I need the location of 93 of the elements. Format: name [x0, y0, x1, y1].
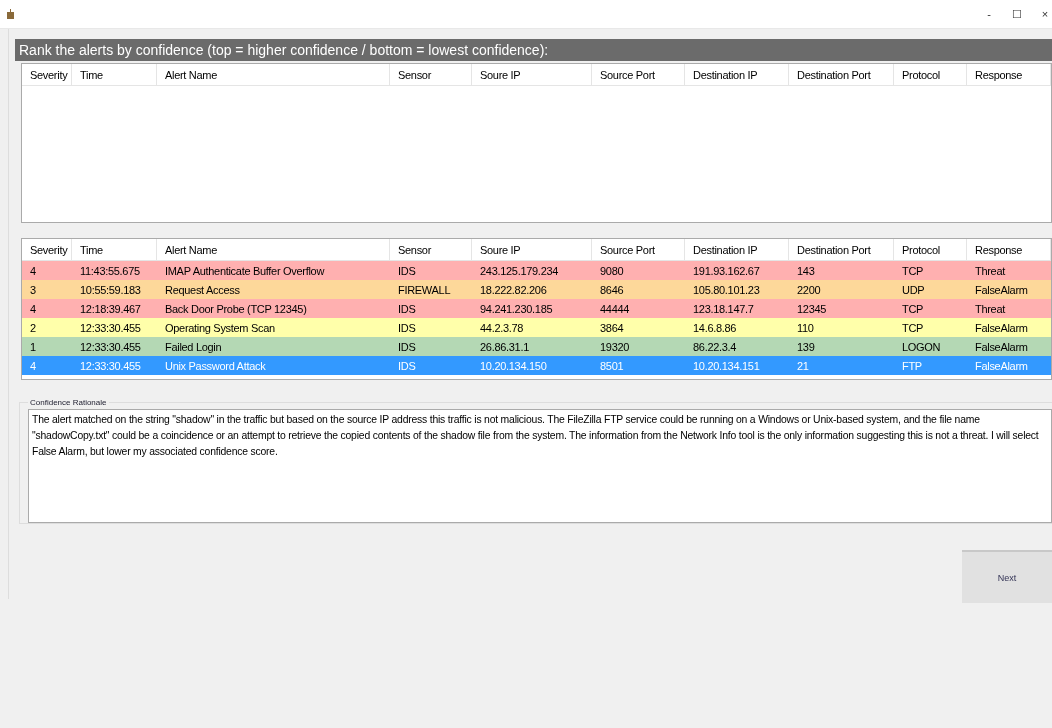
table-cell-text: Unix Password Attack [164, 359, 267, 372]
table-cell-text: FTP [901, 359, 923, 372]
table-cell-text: 4 [29, 359, 37, 372]
table-cell-text: 9080 [599, 264, 625, 277]
column-header[interactable]: Soure IP [472, 239, 592, 260]
table-cell-text: Back Door Probe (TCP 12345) [164, 302, 308, 315]
table-cell-text: TCP [901, 302, 925, 315]
column-header[interactable]: Destination Port [789, 64, 894, 85]
column-header[interactable]: Response [967, 64, 1051, 85]
table-row[interactable]: 4 12:18:39.467 Back Door Probe (TCP 12345) IDS 94.241.230.185 44444 123.18.147.7 12345 TCP Threat [22, 299, 1051, 318]
column-header[interactable]: Destination IP [685, 239, 789, 260]
table-cell-text: 243.125.179.234 [479, 264, 560, 277]
column-header[interactable]: Sensor [390, 64, 472, 85]
table-cell-text: FalseAlarm [974, 359, 1029, 372]
app-icon [6, 9, 15, 19]
table-cell-text: UDP [901, 283, 926, 296]
table-cell-text: 8646 [599, 283, 625, 296]
table-cell-text: 19320 [599, 340, 631, 353]
column-header[interactable]: Time [72, 239, 157, 260]
column-header[interactable]: Destination Port [789, 239, 894, 260]
table-cell-text: 94.241.230.185 [479, 302, 554, 315]
table-cell-text: 26.86.31.1 [479, 340, 530, 353]
column-header[interactable]: Source Port [592, 64, 685, 85]
table-cell-text: 1 [29, 340, 37, 353]
table-cell-text: LOGON [901, 340, 942, 353]
table-cell-text: 110 [796, 321, 815, 334]
column-header[interactable]: Alert Name [157, 239, 390, 260]
table-cell-text: FalseAlarm [974, 283, 1029, 296]
next-button[interactable]: Next [962, 550, 1052, 603]
table-cell-text: 10.20.134.151 [692, 359, 761, 372]
column-header[interactable]: Severity [22, 239, 72, 260]
table-cell-text: Threat [974, 302, 1007, 315]
table-cell-text: 10.20.134.150 [479, 359, 548, 372]
table-cell-text: 44444 [599, 302, 631, 315]
instruction-text: Rank the alerts by confidence (top = higher confidence / bottom = lowest confidence): [15, 39, 1052, 61]
table-cell-text: 86.22.3.4 [692, 340, 738, 353]
table-cell-text: 2200 [796, 283, 822, 296]
table-row[interactable]: 4 11:43:55.675 IMAP Authenticate Buffer Overflow IDS 243.125.179.234 9080 191.93.162.67 143 TCP Threat [22, 261, 1051, 280]
table-cell-text: 143 [796, 264, 816, 277]
table-cell-text: 139 [796, 340, 816, 353]
table-cell-text: 21 [796, 359, 810, 372]
table-cell-text: Failed Login [164, 340, 223, 353]
table-cell-text: 8501 [599, 359, 625, 372]
column-header[interactable]: Soure IP [472, 64, 592, 85]
table-cell-text: 11:43:55.675 [79, 264, 141, 277]
group-label: Confidence Rationale [29, 398, 108, 407]
maximize-button[interactable]: ☐ [1010, 7, 1024, 21]
table-cell-text: IDS [397, 340, 417, 353]
table-cell-text: 10:55:59.183 [79, 283, 142, 296]
table-cell-text: 3 [29, 283, 37, 296]
table-cell-text: 2 [29, 321, 37, 334]
table-cell-text: 105.80.101.23 [692, 283, 761, 296]
table-cell-text: 4 [29, 302, 37, 315]
close-button[interactable]: × [1038, 7, 1052, 21]
column-header[interactable]: Source Port [592, 239, 685, 260]
column-header[interactable]: Protocol [894, 239, 967, 260]
table-cell-text: TCP [901, 321, 925, 334]
minimize-button[interactable]: - [982, 7, 996, 21]
table-cell-text: 12:33:30.455 [79, 359, 142, 372]
column-header[interactable]: Alert Name [157, 64, 390, 85]
table-cell-text: Request Access [164, 283, 241, 296]
table-cell-text: IDS [397, 321, 417, 334]
table-cell-text: 3864 [599, 321, 625, 334]
table-row[interactable]: 3 10:55:59.183 Request Access FIREWALL 18.222.82.206 8646 105.80.101.23 2200 UDP FalseAlarm [22, 280, 1051, 299]
table-row[interactable]: 2 12:33:30.455 Operating System Scan IDS 44.2.3.78 3864 14.6.8.86 110 TCP FalseAlarm [22, 318, 1051, 337]
table-cell-text: 4 [29, 264, 37, 277]
column-header[interactable]: Severity [22, 64, 72, 85]
table-cell-text: IMAP Authenticate Buffer Overflow [164, 264, 326, 277]
column-header[interactable]: Response [967, 239, 1051, 260]
table-cell-text: FalseAlarm [974, 321, 1029, 334]
table-cell-text: 12345 [796, 302, 828, 315]
table-cell-text: 18.222.82.206 [479, 283, 548, 296]
table-cell-text: 44.2.3.78 [479, 321, 525, 334]
table-cell-text: Threat [974, 264, 1007, 277]
table-cell-text: 191.93.162.67 [692, 264, 761, 277]
table-cell-text: TCP [901, 264, 925, 277]
table-cell-text: FalseAlarm [974, 340, 1029, 353]
rationale-text-area[interactable]: The alert matched on the string "shadow" in the traffic but based on the source IP address this traffic is not malicious. The FileZilla FTP service could be running on a Windows or Unix-based system, and the file name "shadowCopy.txt" could be a coincidence or an attempt to retrieve the copied contents of the shadow file from the system. The information from the Network Info tool is the only information suggesting this is not a threat. I will select False Alarm, but lower my associated confidence score. [28, 409, 1052, 523]
table-cell-text: IDS [397, 302, 417, 315]
table-cell-text: 12:33:30.455 [79, 321, 142, 334]
table-row[interactable]: 1 12:33:30.455 Failed Login IDS 26.86.31.1 19320 86.22.3.4 139 LOGON FalseAlarm [22, 337, 1051, 356]
table-cell-text: 12:33:30.455 [79, 340, 142, 353]
table-cell-text: IDS [397, 264, 417, 277]
table-cell-text: Operating System Scan [164, 321, 276, 334]
table-cell-text: 12:18:39.467 [79, 302, 142, 315]
table-cell-text: FIREWALL [397, 283, 452, 296]
column-header[interactable]: Destination IP [685, 64, 789, 85]
table-cell-text: 123.18.147.7 [692, 302, 755, 315]
column-header[interactable]: Time [72, 64, 157, 85]
table-cell-text: 14.6.8.86 [692, 321, 738, 334]
column-header[interactable]: Protocol [894, 64, 967, 85]
column-header[interactable]: Sensor [390, 239, 472, 260]
table-cell-text: IDS [397, 359, 417, 372]
